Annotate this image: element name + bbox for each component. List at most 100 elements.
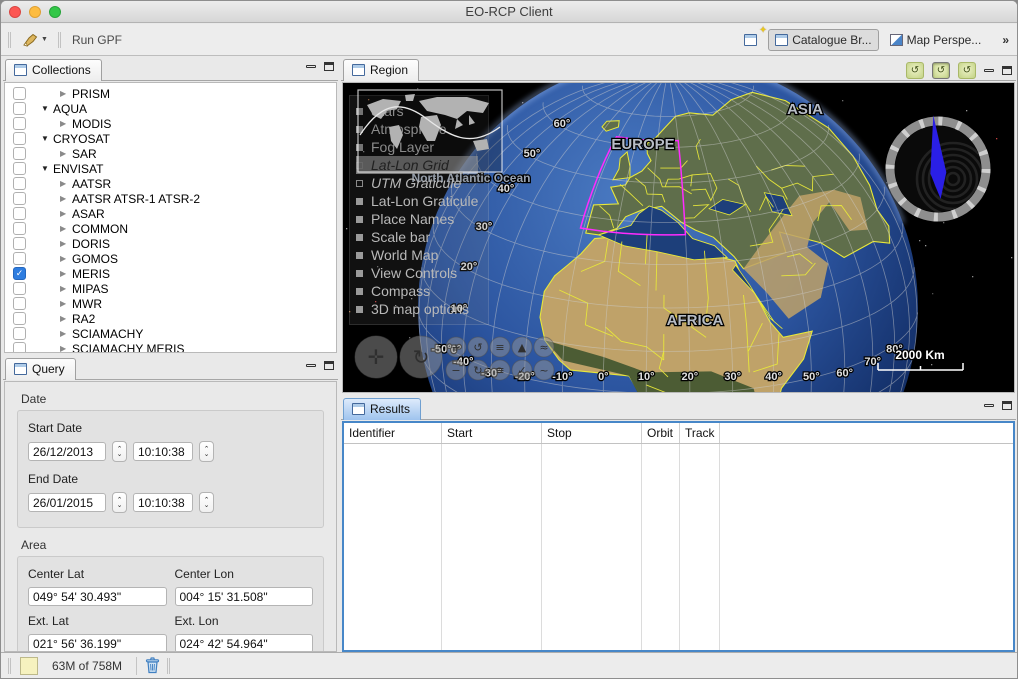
chevron-down-icon[interactable]: ▼ — [41, 36, 48, 43]
start-date-stepper[interactable]: ⌃⌄ — [112, 441, 127, 462]
perspective-overflow-button[interactable]: » — [1002, 33, 1009, 47]
collection-item-mipas[interactable]: ▶MIPAS — [5, 281, 336, 296]
collection-item-gomos[interactable]: ▶GOMOS — [5, 251, 336, 266]
maximize-view-button[interactable] — [1002, 401, 1012, 410]
minimize-view-button[interactable] — [984, 404, 994, 407]
expand-arrow-icon[interactable]: ▶ — [60, 209, 72, 218]
start-time-stepper[interactable]: ⌃⌄ — [199, 441, 214, 462]
center-lon-input[interactable] — [175, 587, 314, 606]
layer-bullet-icon[interactable] — [356, 270, 363, 277]
collection-item-aatsr[interactable]: ▶AATSR — [5, 176, 336, 191]
end-date-input[interactable] — [28, 493, 106, 512]
results-header-row[interactable]: IdentifierStartStopOrbitTrack — [344, 423, 1013, 444]
column-header-stop[interactable]: Stop — [542, 423, 642, 443]
results-table[interactable]: IdentifierStartStopOrbitTrack — [342, 421, 1015, 652]
layer-item-view-controls[interactable]: View Controls — [356, 264, 478, 282]
ext-lat-input[interactable] — [28, 634, 167, 652]
tab-region[interactable]: Region — [343, 59, 419, 81]
toolbar-drag-handle[interactable] — [8, 32, 11, 48]
layer-bullet-icon[interactable] — [356, 288, 363, 295]
expand-arrow-icon[interactable]: ▶ — [60, 329, 72, 338]
collection-item-modis[interactable]: ▶MODIS — [5, 116, 336, 131]
tab-collections[interactable]: Collections — [5, 59, 102, 81]
maximize-view-button[interactable] — [324, 361, 334, 370]
collection-checkbox[interactable] — [13, 207, 26, 220]
collection-checkbox[interactable] — [13, 252, 26, 265]
expand-arrow-icon[interactable]: ▶ — [60, 269, 72, 278]
layer-item-3d-map-options[interactable]: 3D map options — [356, 300, 478, 318]
maximize-view-button[interactable] — [1002, 66, 1012, 75]
end-time-input[interactable] — [133, 493, 193, 512]
layer-item-utm-graticule[interactable]: UTM Graticule — [356, 174, 478, 192]
collection-checkbox[interactable] — [13, 87, 26, 100]
expand-arrow-icon[interactable]: ▶ — [60, 284, 72, 293]
expand-arrow-icon[interactable]: ▶ — [60, 89, 72, 98]
collection-item-sciamachy[interactable]: ▶SCIAMACHY — [5, 326, 336, 341]
collection-item-sciamachy-meris[interactable]: ▶SCIAMACHY MERIS — [5, 341, 336, 353]
collection-checkbox[interactable] — [13, 177, 26, 190]
expand-arrow-icon[interactable]: ▶ — [60, 179, 72, 188]
collection-checkbox[interactable] — [13, 312, 26, 325]
layer-item-scale-bar[interactable]: Scale bar — [356, 228, 478, 246]
center-lat-input[interactable] — [28, 587, 167, 606]
collection-checkbox[interactable]: ✓ — [13, 267, 26, 280]
collection-checkbox[interactable] — [13, 192, 26, 205]
expand-arrow-icon[interactable]: ▶ — [60, 224, 72, 233]
expand-arrow-icon[interactable]: ▶ — [60, 344, 72, 353]
collection-item-mwr[interactable]: ▶MWR — [5, 296, 336, 311]
collection-checkbox[interactable] — [13, 237, 26, 250]
collection-checkbox[interactable] — [13, 282, 26, 295]
collection-item-doris[interactable]: ▶DORIS — [5, 236, 336, 251]
end-date-stepper[interactable]: ⌃⌄ — [112, 492, 127, 513]
expand-arrow-icon[interactable]: ▶ — [60, 314, 72, 323]
collection-checkbox[interactable] — [13, 102, 26, 115]
world-map-overlay[interactable] — [357, 89, 503, 173]
perspective-catalogue-browser[interactable]: Catalogue Br... — [768, 29, 878, 51]
gpf-tool-button[interactable]: ▼ — [18, 30, 51, 50]
collection-checkbox[interactable] — [13, 117, 26, 130]
expand-arrow-icon[interactable]: ▶ — [60, 119, 72, 128]
results-body[interactable] — [344, 444, 1013, 650]
collection-item-cryosat[interactable]: ▼CRYOSAT — [5, 131, 336, 146]
collection-item-prism[interactable]: ▶PRISM — [5, 86, 336, 101]
expand-arrow-icon[interactable]: ▶ — [60, 254, 72, 263]
collapse-arrow-icon[interactable]: ▼ — [41, 104, 53, 113]
expand-arrow-icon[interactable]: ▶ — [60, 239, 72, 248]
layer-bullet-icon[interactable] — [356, 216, 363, 223]
collection-checkbox[interactable] — [13, 327, 26, 340]
collection-item-ra2[interactable]: ▶RA2 — [5, 311, 336, 326]
garbage-collect-button[interactable] — [145, 657, 160, 674]
region-tool-button-1[interactable]: ↺ — [906, 62, 924, 79]
maximize-view-button[interactable] — [324, 62, 334, 71]
collection-item-aatsr-atsr-1-atsr-2[interactable]: ▶AATSR ATSR-1 ATSR-2 — [5, 191, 336, 206]
collection-item-common[interactable]: ▶COMMON — [5, 221, 336, 236]
minimize-view-button[interactable] — [306, 65, 316, 68]
collapse-arrow-icon[interactable]: ▼ — [41, 134, 53, 143]
column-header-orbit[interactable]: Orbit — [642, 423, 680, 443]
start-time-input[interactable] — [133, 442, 193, 461]
region-tool-button-3[interactable]: ↺ — [958, 62, 976, 79]
collection-item-asar[interactable]: ▶ASAR — [5, 206, 336, 221]
open-perspective-button[interactable]: ✦ — [737, 30, 764, 50]
layer-bullet-icon[interactable] — [356, 252, 363, 259]
layer-item-world-map[interactable]: World Map — [356, 246, 478, 264]
collection-checkbox[interactable] — [13, 132, 26, 145]
collection-item-aqua[interactable]: ▼AQUA — [5, 101, 336, 116]
titlebar[interactable]: EO-RCP Client — [1, 1, 1017, 23]
end-time-stepper[interactable]: ⌃⌄ — [199, 492, 214, 513]
perspective-map[interactable]: Map Perspe... — [883, 29, 989, 51]
minimize-view-button[interactable] — [306, 364, 316, 367]
expand-arrow-icon[interactable]: ▶ — [60, 299, 72, 308]
statusbar-drag-handle[interactable] — [167, 658, 170, 674]
collapse-arrow-icon[interactable]: ▼ — [41, 164, 53, 173]
statusbar-drag-handle[interactable] — [8, 658, 11, 674]
column-header-identifier[interactable]: Identifier — [344, 423, 442, 443]
collection-checkbox[interactable] — [13, 162, 26, 175]
collection-checkbox[interactable] — [13, 222, 26, 235]
minimize-view-button[interactable] — [984, 69, 994, 72]
collection-item-meris[interactable]: ✓▶MERIS — [5, 266, 336, 281]
globe-view[interactable]: EUROPEASIAAFRICANorth Atlantic Ocean60°5… — [342, 82, 1015, 393]
layer-item-place-names[interactable]: Place Names — [356, 210, 478, 228]
layer-item-lat-lon-graticule[interactable]: Lat-Lon Graticule — [356, 192, 478, 210]
toolbar-drag-handle[interactable] — [58, 32, 61, 48]
